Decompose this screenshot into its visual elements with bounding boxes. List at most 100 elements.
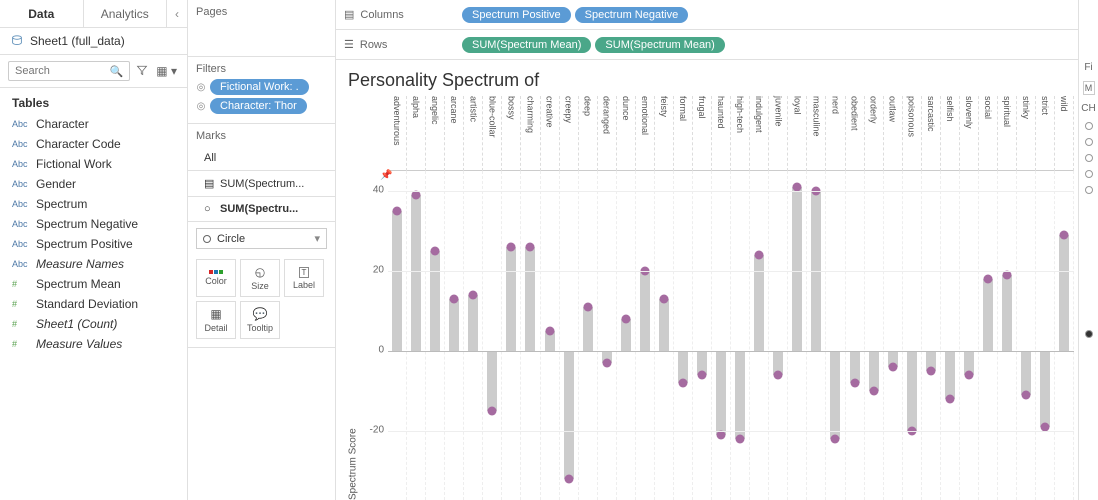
bar[interactable]	[506, 247, 516, 351]
search-input-wrap[interactable]: 🔍	[8, 61, 130, 81]
row-pill[interactable]: SUM(Spectrum Mean)	[462, 37, 591, 53]
data-point[interactable]	[926, 367, 935, 376]
legend-radio-selected[interactable]	[1085, 330, 1093, 338]
data-point[interactable]	[526, 243, 535, 252]
field-item[interactable]: AbcMeasure Names	[4, 254, 183, 274]
data-point[interactable]	[507, 243, 516, 252]
bar[interactable]	[449, 299, 459, 351]
data-point[interactable]	[393, 207, 402, 216]
field-item[interactable]: #Measure Values	[4, 334, 183, 354]
bar[interactable]	[583, 307, 593, 351]
data-point[interactable]	[774, 371, 783, 380]
bar[interactable]	[983, 279, 993, 351]
bar[interactable]	[564, 351, 574, 479]
bar[interactable]	[430, 251, 440, 351]
data-point[interactable]	[831, 435, 840, 444]
bar[interactable]	[525, 247, 535, 351]
data-point[interactable]	[945, 395, 954, 404]
field-item[interactable]: #Spectrum Mean	[4, 274, 183, 294]
field-item[interactable]: AbcCharacter Code	[4, 134, 183, 154]
legend-radio[interactable]	[1085, 122, 1093, 130]
marks-tab-circle[interactable]: ○SUM(Spectru...	[188, 197, 335, 222]
data-point[interactable]	[545, 327, 554, 336]
data-point[interactable]	[755, 251, 764, 260]
data-point[interactable]	[1060, 231, 1069, 240]
filter-pill[interactable]: Character: Thor	[210, 98, 307, 114]
tab-data[interactable]: Data	[0, 0, 84, 27]
bar[interactable]	[716, 351, 726, 435]
mark-type-dropdown[interactable]: Circle ▾	[196, 228, 327, 249]
bar[interactable]	[621, 319, 631, 351]
columns-shelf[interactable]: ▤Columns Spectrum PositiveSpectrum Negat…	[336, 0, 1078, 30]
rows-shelf[interactable]: ☰Rows SUM(Spectrum Mean)SUM(Spectrum Mea…	[336, 30, 1078, 60]
filter-pill[interactable]: Fictional Work: .	[210, 79, 309, 95]
drag-handle-icon[interactable]: ◎	[196, 99, 206, 113]
bar[interactable]	[1059, 235, 1069, 351]
bar[interactable]	[659, 299, 669, 351]
bar[interactable]	[487, 351, 497, 411]
data-point[interactable]	[850, 379, 859, 388]
bar[interactable]	[907, 351, 917, 431]
field-item[interactable]: AbcSpectrum Negative	[4, 214, 183, 234]
field-item[interactable]: AbcGender	[4, 174, 183, 194]
data-point[interactable]	[583, 303, 592, 312]
search-input[interactable]	[15, 65, 110, 77]
bar[interactable]	[468, 295, 478, 351]
data-point[interactable]	[431, 247, 440, 256]
mark-size-button[interactable]: ◵Size	[240, 259, 280, 297]
column-pill[interactable]: Spectrum Negative	[575, 7, 689, 23]
mark-detail-button[interactable]: ▦Detail	[196, 301, 236, 339]
bar[interactable]	[830, 351, 840, 439]
column-pill[interactable]: Spectrum Positive	[462, 7, 571, 23]
data-point[interactable]	[621, 315, 630, 324]
bar[interactable]	[869, 351, 879, 391]
data-point[interactable]	[869, 387, 878, 396]
data-point[interactable]	[678, 379, 687, 388]
bar[interactable]	[735, 351, 745, 439]
data-point[interactable]	[659, 295, 668, 304]
data-point[interactable]	[602, 359, 611, 368]
field-item[interactable]: AbcFictional Work	[4, 154, 183, 174]
bar[interactable]	[1040, 351, 1050, 427]
field-item[interactable]: #Sheet1 (Count)	[4, 314, 183, 334]
legend-radio[interactable]	[1085, 170, 1093, 178]
data-point[interactable]	[736, 435, 745, 444]
data-point[interactable]	[964, 371, 973, 380]
mark-label-button[interactable]: TLabel	[284, 259, 324, 297]
mark-tooltip-button[interactable]: 💬Tooltip	[240, 301, 280, 339]
data-point[interactable]	[1022, 391, 1031, 400]
bar[interactable]	[1002, 275, 1012, 351]
field-item[interactable]: AbcSpectrum	[4, 194, 183, 214]
tab-analytics[interactable]: Analytics	[84, 0, 168, 27]
drag-handle-icon[interactable]: ◎	[196, 80, 206, 94]
datasource-row[interactable]: Sheet1 (full_data)	[0, 28, 187, 55]
marks-tab-bar[interactable]: ▤SUM(Spectrum...	[188, 171, 335, 197]
data-point[interactable]	[564, 475, 573, 484]
data-point[interactable]	[698, 371, 707, 380]
legend-radio[interactable]	[1085, 138, 1093, 146]
pages-shelf[interactable]: Pages	[188, 0, 335, 57]
data-point[interactable]	[469, 291, 478, 300]
bar[interactable]	[411, 195, 421, 351]
data-point[interactable]	[983, 275, 992, 284]
row-pill[interactable]: SUM(Spectrum Mean)	[595, 37, 724, 53]
bar[interactable]	[392, 211, 402, 351]
bar[interactable]	[945, 351, 955, 399]
data-point[interactable]	[450, 295, 459, 304]
field-item[interactable]: #Standard Deviation	[4, 294, 183, 314]
bar[interactable]	[1021, 351, 1031, 395]
bar[interactable]	[792, 187, 802, 351]
mark-color-button[interactable]: Color	[196, 259, 236, 297]
bar[interactable]	[754, 255, 764, 351]
legend-radio[interactable]	[1085, 154, 1093, 162]
field-item[interactable]: AbcSpectrum Positive	[4, 234, 183, 254]
legend-radio[interactable]	[1085, 186, 1093, 194]
marks-tab-all[interactable]: All	[188, 146, 335, 171]
bar[interactable]	[640, 271, 650, 351]
data-point[interactable]	[488, 407, 497, 416]
filters-shelf[interactable]: Filters ◎Fictional Work: .◎Character: Th…	[188, 57, 335, 124]
view-options-icon[interactable]: ▦ ▾	[154, 64, 179, 78]
data-point[interactable]	[888, 363, 897, 372]
filter-dropdown[interactable]: M	[1083, 81, 1095, 95]
field-item[interactable]: AbcCharacter	[4, 114, 183, 134]
